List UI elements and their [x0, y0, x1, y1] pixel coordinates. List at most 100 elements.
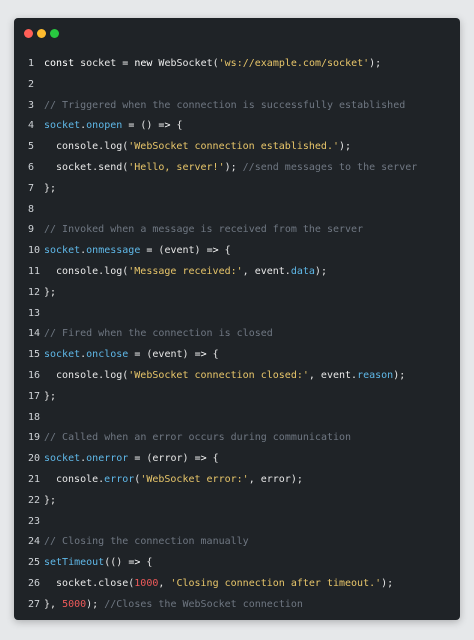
- code-token: socket: [44, 349, 81, 361]
- code-token: };: [44, 182, 57, 194]
- code-token: , error);: [248, 473, 303, 485]
- code-text: };: [44, 283, 56, 304]
- code-line: 27}, 5000); //Closes the WebSocket conne…: [14, 595, 460, 616]
- code-window: 1 const socket = new WebSocket('ws://exam…: [14, 18, 460, 620]
- close-window-icon[interactable]: [24, 29, 33, 38]
- code-token: , event.: [242, 265, 291, 277]
- code-token: {: [146, 557, 153, 569]
- code-token: log(: [104, 141, 129, 153]
- code-token: (event): [158, 245, 207, 257]
- code-token: );: [314, 265, 327, 277]
- code-token: (): [140, 120, 159, 132]
- code-token: );: [224, 161, 243, 173]
- code-token: socket.: [56, 577, 99, 589]
- code-token: // Invoked when a message is received fr…: [44, 224, 364, 236]
- code-token: =: [128, 120, 141, 132]
- code-token: //Closes the WebSocket connection: [104, 598, 303, 610]
- code-token: onmessage: [86, 245, 141, 257]
- code-token: setTimeout: [44, 557, 105, 569]
- code-line: 16 console.log('WebSocket connection clos…: [14, 366, 460, 387]
- code-token: =>: [194, 453, 213, 465]
- code-text: socket.onerror = (error) => {: [44, 449, 219, 470]
- code-token: send(: [98, 161, 129, 173]
- code-token: );: [369, 58, 382, 69]
- code-text: const socket = new WebSocket('ws://examp…: [44, 54, 381, 75]
- code-line: 8: [14, 200, 460, 221]
- code-text: socket.send('Hello, server!'); //send me…: [44, 158, 417, 179]
- code-line: 6 socket.send('Hello, server!'); //send m…: [14, 158, 460, 179]
- code-token: =>: [206, 245, 225, 257]
- code-token: console.: [56, 369, 105, 381]
- code-line: 14// Fired when the connection is closed: [14, 324, 460, 345]
- code-token: ,: [158, 577, 171, 589]
- code-token: {: [212, 349, 219, 361]
- code-token: close(: [98, 577, 135, 589]
- code-token: 'Hello, server!': [128, 161, 225, 173]
- code-token: =: [134, 453, 147, 465]
- code-token: 'ws://example.com/socket': [218, 58, 370, 69]
- code-token: , event.: [308, 369, 358, 381]
- code-line: 11 console.log('Message received:', event…: [14, 262, 460, 283]
- code-text: socket.onclose = (event) => {: [44, 345, 219, 366]
- code-token: );: [86, 598, 105, 610]
- code-token: =>: [194, 349, 213, 361]
- code-editor[interactable]: 1 const socket = new WebSocket('ws://exam…: [14, 54, 460, 616]
- code-line: 15 socket.onclose = (event) => {: [14, 345, 460, 366]
- code-text: // Triggered when the connection is succ…: [44, 96, 405, 117]
- code-token: // Called when an error occurs during co…: [44, 432, 352, 444]
- code-token: onerror: [86, 453, 129, 465]
- code-text: };: [44, 491, 56, 512]
- code-token: reason: [357, 369, 394, 381]
- code-token: console.: [56, 473, 105, 485]
- code-line: 20 socket.onerror = (error) => {: [14, 449, 460, 470]
- code-line: 23: [14, 512, 460, 533]
- code-text: // Fired when the connection is closed: [44, 324, 273, 345]
- code-token: 'WebSocket error:': [140, 473, 249, 485]
- line-number: 13: [28, 307, 41, 319]
- code-token: );: [338, 141, 352, 153]
- code-token: 'Message received:': [128, 265, 243, 277]
- line-number: 18: [28, 411, 41, 423]
- code-token: 'WebSocket connection closed:': [128, 369, 309, 381]
- code-text: console.error('WebSocket error:', error)…: [44, 470, 303, 491]
- maximize-window-icon[interactable]: [50, 29, 59, 38]
- code-text: console.log('Message received:', event.d…: [44, 262, 327, 283]
- code-token: };: [44, 494, 57, 506]
- code-token: {: [224, 245, 231, 257]
- code-token: =>: [128, 557, 147, 569]
- code-token: socket: [44, 245, 81, 257]
- line-number: 8: [28, 203, 35, 215]
- code-text: socket.onmessage = (event) => {: [44, 241, 231, 262]
- code-token: =: [122, 58, 135, 69]
- code-text: console.log('WebSocket connection establ…: [44, 137, 351, 158]
- code-text: }, 5000); //Closes the WebSocket connect…: [44, 595, 303, 616]
- line-number: 2: [28, 78, 35, 90]
- code-token: socket: [44, 453, 81, 465]
- code-line: 19// Called when an error occurs during …: [14, 428, 460, 449]
- code-line: 25 setTimeout(() => {: [14, 553, 460, 574]
- code-text: };: [44, 387, 56, 408]
- code-text: // Closing the connection manually: [44, 532, 249, 553]
- code-token: 5000: [62, 598, 87, 610]
- code-token: );: [393, 369, 406, 381]
- code-text: socket.onopen = () => {: [44, 116, 183, 137]
- code-line: 24// Closing the connection manually: [14, 532, 460, 553]
- minimize-window-icon[interactable]: [37, 29, 46, 38]
- code-token: socket: [80, 58, 123, 69]
- code-token: WebSocket(: [158, 58, 219, 69]
- code-line: 21 console.error('WebSocket error:', erro…: [14, 470, 460, 491]
- code-token: console.: [56, 141, 105, 153]
- code-token: const: [44, 58, 81, 69]
- code-token: {: [176, 120, 183, 132]
- code-token: // Triggered when the connection is succ…: [44, 99, 406, 111]
- code-token: onclose: [86, 349, 129, 361]
- window-titlebar: [14, 18, 460, 50]
- code-token: 'WebSocket connection established.': [128, 141, 339, 153]
- code-line: 4 socket.onopen = () => {: [14, 116, 460, 137]
- code-token: (event): [146, 349, 195, 361]
- code-text: socket.close(1000, 'Closing connection a…: [44, 574, 393, 595]
- code-token: 1000: [134, 577, 159, 589]
- code-token: onopen: [86, 120, 123, 132]
- code-token: // Closing the connection manually: [44, 536, 249, 548]
- code-token: 'Closing connection after timeout.': [170, 577, 382, 589]
